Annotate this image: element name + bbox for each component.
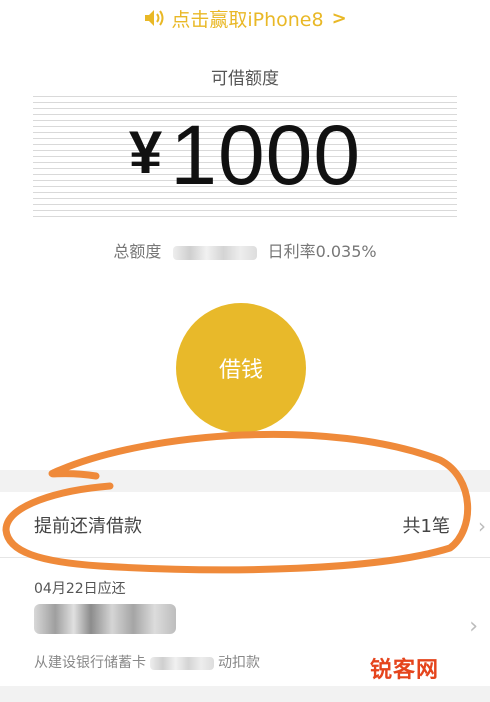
available-credit-label: 可借额度 — [211, 69, 279, 89]
auto-debit-description: 从建设银行储蓄卡 动扣款 — [34, 652, 260, 672]
section-divider — [0, 470, 490, 492]
auto-debit-suffix: 动扣款 — [218, 655, 260, 671]
daily-rate: 日利率0.035% — [267, 242, 377, 261]
due-date: 04月22日应还 — [34, 581, 126, 597]
promo-banner[interactable]: 点击赢取iPhone8 > — [0, 0, 490, 36]
redacted-amount — [34, 604, 176, 634]
redacted-card — [150, 656, 214, 670]
speaker-icon — [143, 8, 165, 28]
available-credit-amount: ¥ 1000 — [0, 100, 490, 210]
borrow-button-label: 借钱 — [218, 358, 263, 383]
total-credit-label: 总额度 — [113, 242, 162, 261]
prepay-count: 共1笔 — [402, 515, 450, 537]
borrow-button[interactable]: 借钱 — [176, 303, 306, 433]
chevron-right-icon: > — [331, 7, 347, 29]
redacted-total — [172, 245, 257, 260]
watermark-logo: 锐客网 — [370, 658, 440, 683]
chevron-right-icon: › — [469, 614, 478, 639]
currency-symbol: ¥ — [128, 118, 163, 186]
amount-value: 1000 — [170, 107, 362, 202]
auto-debit-prefix: 从建设银行储蓄卡 — [34, 655, 146, 671]
prepay-row[interactable]: 提前还清借款 共1笔 › — [0, 492, 490, 558]
promo-text: 点击赢取iPhone8 — [171, 8, 324, 31]
prepay-label: 提前还清借款 — [34, 515, 142, 537]
credit-meta: 总额度 日利率0.035% — [0, 238, 490, 262]
bottom-divider — [0, 686, 490, 702]
chevron-right-icon: › — [478, 514, 486, 538]
